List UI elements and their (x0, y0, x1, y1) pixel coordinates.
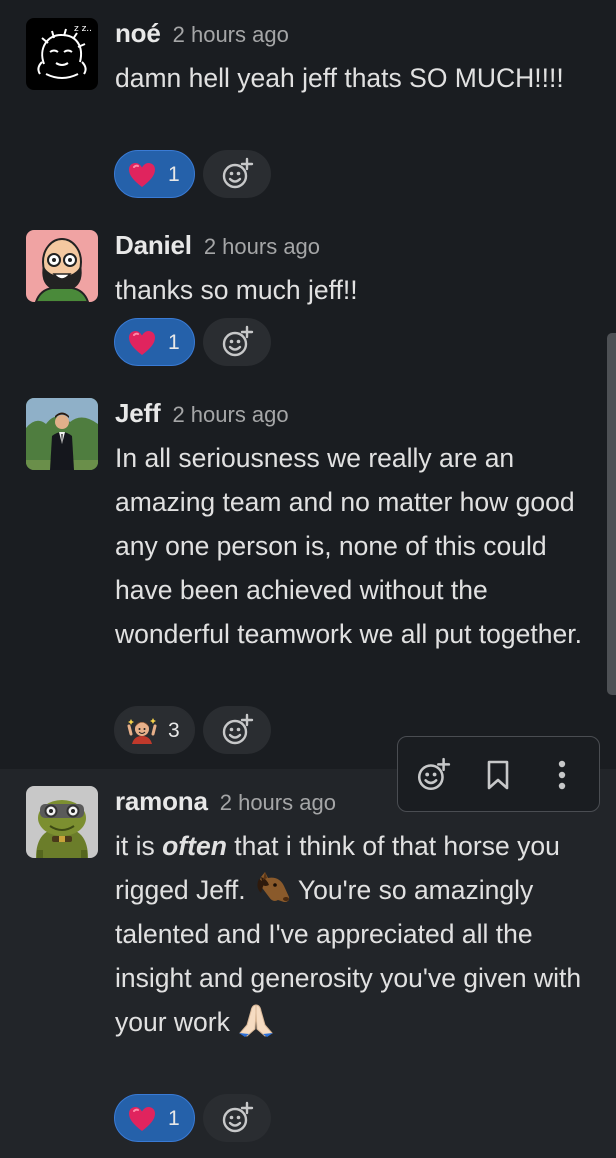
reaction-heart[interactable]: 1 (114, 318, 195, 366)
heart-emoji-icon (129, 163, 155, 187)
celebrate-custom-emoji-icon (127, 718, 157, 744)
avatar[interactable] (26, 786, 98, 858)
heart-emoji-icon (129, 1107, 155, 1131)
reaction-count: 1 (168, 331, 180, 354)
reaction-heart[interactable]: 1 (114, 1094, 195, 1142)
timestamp[interactable]: 2 hours ago (172, 402, 288, 427)
add-reaction-button[interactable] (203, 706, 271, 754)
horse-face-emoji-icon (257, 872, 290, 902)
folded-hands-emoji-icon (239, 1004, 274, 1037)
more-actions-icon (558, 760, 566, 790)
avatar[interactable]: z z.. (26, 18, 98, 90)
add-reaction-icon (222, 157, 254, 189)
timestamp[interactable]: 2 hours ago (173, 22, 289, 47)
timestamp[interactable]: 2 hours ago (220, 790, 336, 815)
reaction-custom-emoji[interactable]: 3 (114, 706, 195, 754)
message-text: damn hell yeah jeff thats SO MUCH!!!! (115, 63, 564, 93)
add-reaction-icon (222, 325, 254, 357)
add-reaction-button[interactable] (203, 1094, 271, 1142)
bookmark-icon (487, 760, 509, 790)
heart-emoji-icon (129, 331, 155, 355)
message-text: thanks so much jeff!! (115, 275, 358, 305)
toolbar-more-actions-button[interactable] (542, 755, 582, 795)
add-reaction-icon (222, 1101, 254, 1133)
toolbar-add-reaction-button[interactable] (413, 755, 453, 795)
svg-text:z z..: z z.. (74, 24, 92, 34)
author-name[interactable]: ramona (115, 786, 208, 816)
reaction-count: 1 (168, 1107, 180, 1130)
author-name[interactable]: Jeff (115, 398, 161, 428)
toolbar-bookmark-button[interactable] (478, 755, 518, 795)
avatar[interactable] (26, 398, 98, 470)
message-actions-toolbar (397, 736, 600, 812)
reaction-count: 3 (168, 719, 180, 742)
text-segment: it is (115, 831, 163, 861)
message-text: it is often that i think of that horse y… (115, 824, 605, 1044)
avatar[interactable] (26, 230, 98, 302)
add-reaction-button[interactable] (203, 150, 271, 198)
message-text: In all seriousness we really are an amaz… (115, 443, 582, 649)
scrollbar-thumb[interactable] (607, 333, 616, 695)
emphasized-text: often (162, 831, 227, 861)
author-name[interactable]: Daniel (115, 230, 192, 260)
add-reaction-icon (417, 757, 451, 791)
author-name[interactable]: noé (115, 18, 161, 48)
reaction-heart[interactable]: 1 (114, 150, 195, 198)
timestamp[interactable]: 2 hours ago (204, 234, 320, 259)
reaction-count: 1 (168, 163, 180, 186)
add-reaction-button[interactable] (203, 318, 271, 366)
add-reaction-icon (222, 713, 254, 745)
